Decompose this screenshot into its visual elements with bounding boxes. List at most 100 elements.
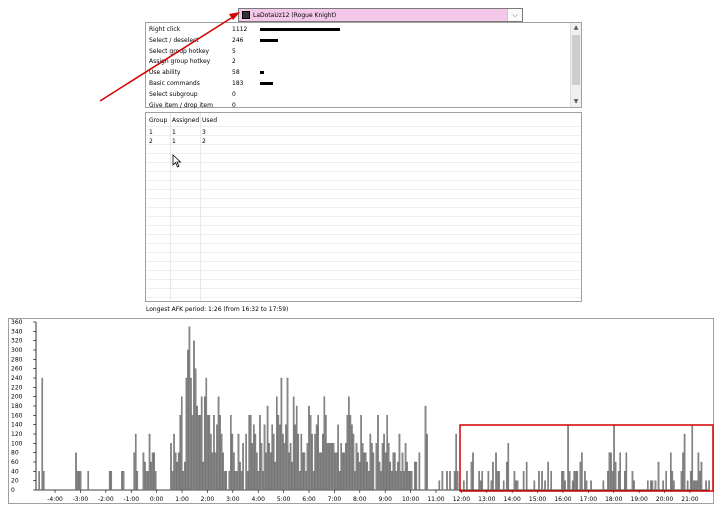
scroll-down-icon[interactable]: ▼ [571,97,581,107]
chart-bar [249,415,252,491]
chart-bar [341,452,344,491]
column-header-group[interactable]: Group [149,117,167,124]
chart-bar [401,452,404,491]
chart-bar [208,415,211,491]
chart-bar [121,471,123,491]
chart-bar [335,452,338,491]
player-select[interactable]: LaDotaUz12 (Rogue Knight) ⌵ [238,8,523,22]
action-count: 58 [232,69,240,77]
table-cell: 1 [172,138,176,145]
chart-bar [279,424,281,491]
chart-bar [410,471,413,491]
chart-bar [38,471,40,491]
chart-bar [136,471,139,491]
chart-bar [617,471,620,491]
chart-bar [568,471,571,491]
chart-bar [647,480,649,491]
chart-bar [689,471,692,491]
chart-bar [390,471,393,491]
chart-bar [291,461,293,491]
chart-bar [613,424,615,491]
chart-bar [78,471,80,491]
chart-bar [463,480,465,491]
chart-bar [228,471,231,491]
chart-bar [236,471,238,491]
chart-bar [199,415,201,491]
column-header-used[interactable]: Used [202,117,217,124]
chart-bar [654,480,657,491]
chart-bar [237,433,240,491]
chart-bar [502,480,505,491]
chart-bar [525,461,528,491]
chart-bar [378,461,381,491]
chart-bar [665,471,667,491]
chart-bar [614,461,617,491]
group-table[interactable]: Group Assigned Used 1 1 3 2 1 2 [145,112,582,302]
chart-bar [269,452,272,491]
chart-bar [516,480,519,491]
action-name: Basic commands [149,80,200,87]
chart-bar [515,480,517,491]
chart-bar [657,461,660,491]
chart-bar [260,443,263,491]
chart-bar [147,471,149,491]
chart-bar [602,480,605,491]
chart-bar [650,480,652,491]
chart-bar [203,396,206,491]
chart-bar [487,471,490,491]
chart-bar [567,424,569,491]
action-list-scrollbar[interactable]: ▲ ▼ [570,23,581,107]
chart-bar [398,433,401,491]
chart-bar [355,443,358,491]
y-tick-label: 180 [11,403,23,410]
chart-bar [87,471,90,491]
chart-bar [383,433,385,491]
apm-chart: 360 340 320 300 280 260 240 220 200 180 160 140 120 1… [8,318,714,504]
chart-bar [366,461,369,491]
chart-bar [79,471,82,491]
chart-bar [326,443,329,491]
chart-bar [211,452,214,491]
chart-bar [197,415,200,491]
x-tick-label: 8:00 [353,496,367,503]
action-list[interactable]: Right click 1112 Select / deselect 246 Selec… [145,22,582,109]
chart-bar [187,349,189,491]
y-tick-label: 220 [11,384,23,391]
chart-bar [42,471,45,491]
column-header-assigned[interactable]: Assigned [172,117,199,124]
chart-bar [400,471,402,491]
scroll-thumb[interactable] [572,35,580,85]
chart-bar [272,433,275,491]
chart-bar [292,396,295,491]
y-tick-label: 260 [11,366,23,373]
chart-bar [253,424,255,491]
chart-bar [438,480,441,491]
action-bar [260,71,264,75]
chart-bar [691,424,694,491]
chart-bar [196,405,198,491]
scroll-up-icon[interactable]: ▲ [571,23,581,33]
chart-bar [619,452,621,491]
chart-bar [305,471,307,491]
chart-bar [329,443,332,491]
chart-bar [397,461,399,491]
chart-bar [700,461,703,491]
chart-bar [692,480,695,491]
chart-bar [288,452,290,491]
x-tick-label: -4:00 [47,496,63,503]
chart-bar [403,471,405,491]
chart-bar [576,471,579,491]
chart-bar [193,340,195,491]
chart-bar [363,452,365,491]
table-gridline [146,189,581,190]
action-count: 0 [232,90,236,98]
chart-bar [153,452,155,491]
chart-bar [306,443,309,491]
action-name: Give item / drop item [149,101,213,109]
chart-bar [180,396,183,491]
chevron-down-icon[interactable]: ⌵ [507,9,522,21]
table-gridline [146,288,581,289]
y-tick-label: 120 [11,431,23,438]
chart-bar [705,480,707,491]
chart-bar [561,471,563,491]
